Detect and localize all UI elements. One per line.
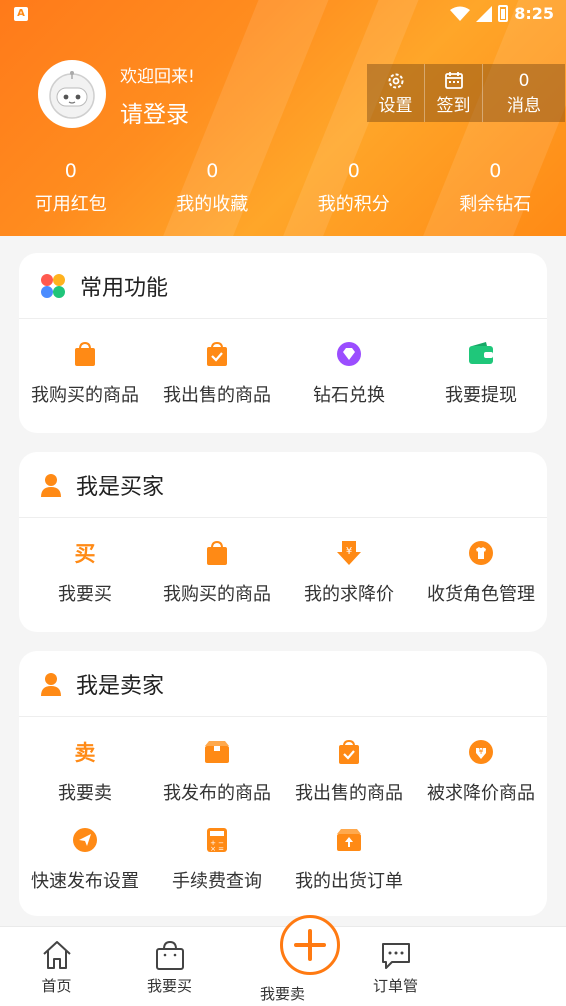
chat-icon [381, 943, 410, 969]
seller-sell[interactable]: 卖 我要卖 [19, 737, 151, 805]
stat-diamonds[interactable]: 0 剩余钻石 [425, 158, 566, 216]
box-icon [204, 737, 230, 767]
stat-favorites[interactable]: 0 我的收藏 [142, 158, 284, 216]
message-count: 0 [518, 70, 530, 91]
avatar[interactable] [38, 60, 106, 128]
gear-icon [387, 71, 405, 91]
bottom-navigation: 首页 我要买 我要卖 订单管 [0, 915, 566, 1006]
buyer-purchased-goods[interactable]: 我购买的商品 [151, 538, 283, 606]
top-action-buttons: 设置 签到 0 消息 [367, 64, 565, 122]
calculator-icon: + − × = [206, 825, 228, 855]
common-diamond-exchange[interactable]: 钻石兑换 [283, 339, 415, 407]
common-withdraw[interactable]: 我要提现 [415, 339, 547, 407]
user-icon [41, 473, 61, 497]
settings-label: 设置 [378, 95, 413, 116]
wallet-icon [468, 339, 494, 369]
section-title: 常用功能 [80, 275, 169, 301]
seller-price-requested-goods[interactable]: ¥ 被求降价商品 [415, 737, 547, 805]
buyer-card: 我是买家 买 我要买 我购买的商品 ¥ 我的求降价 收货角色管理 [19, 452, 547, 632]
seller-published-goods[interactable]: 我发布的商品 [151, 737, 283, 805]
seller-fee-query[interactable]: + − × = 手续费查询 [151, 825, 283, 893]
signal-icon [476, 5, 493, 22]
buyer-price-requests[interactable]: ¥ 我的求降价 [283, 538, 415, 606]
sold-check-icon [337, 737, 361, 767]
stats-row: 0 可用红包 0 我的收藏 0 我的积分 0 剩余钻石 [0, 158, 566, 216]
messages-label: 消息 [507, 95, 541, 116]
four-petal-icon [41, 273, 65, 298]
paper-plane-icon [72, 825, 98, 855]
nav-buy[interactable]: 我要买 [113, 939, 226, 996]
nav-home[interactable]: 首页 [0, 939, 113, 996]
yen-down-icon: ¥ [468, 737, 494, 767]
svg-text:×: × [210, 845, 216, 853]
status-time: 8:25 [514, 4, 554, 23]
welcome-text: 欢迎回来! [120, 67, 195, 87]
status-bar: A 8:25 [0, 0, 566, 30]
section-title: 我是卖家 [76, 673, 165, 699]
diamond-icon [336, 339, 362, 369]
profile-header: A 8:25 欢迎回来! 请登录 设置 签到 0 消息 0 可用红包 0 我的收… [0, 0, 566, 236]
common-sold-goods[interactable]: 我出售的商品 [151, 339, 283, 407]
buyer-buy[interactable]: 买 我要买 [19, 538, 151, 606]
buyer-role-management[interactable]: 收货角色管理 [415, 538, 547, 606]
wifi-icon [450, 6, 471, 21]
svg-text:=: = [218, 845, 224, 853]
settings-button[interactable]: 设置 [367, 64, 425, 122]
shopping-bag-icon [73, 339, 97, 369]
battery-icon [498, 5, 509, 22]
bag-icon [155, 940, 184, 970]
sell-char-icon: 卖 [74, 740, 96, 765]
nav-orders[interactable]: 订单管 [339, 939, 452, 996]
robot-avatar-icon [49, 71, 95, 119]
stat-points[interactable]: 0 我的积分 [283, 158, 425, 216]
seller-sold-goods[interactable]: 我出售的商品 [283, 737, 415, 805]
login-link[interactable]: 请登录 [120, 95, 189, 129]
nav-sell[interactable]: 我要卖 [226, 915, 340, 1004]
svg-text:¥: ¥ [346, 546, 352, 557]
seller-card: 我是卖家 卖 我要卖 我发布的商品 我出售的商品 ¥ 被求降价商品 快速发布设置… [19, 651, 547, 916]
svg-text:¥: ¥ [478, 747, 483, 756]
seller-shipment-orders[interactable]: 我的出货订单 [283, 825, 415, 893]
seller-quick-publish-settings[interactable]: 快速发布设置 [19, 825, 151, 893]
home-icon [42, 941, 71, 969]
messages-button[interactable]: 0 消息 [483, 64, 565, 122]
section-title: 我是买家 [76, 474, 165, 500]
app-notification-icon: A [14, 7, 28, 21]
shipment-icon [336, 825, 362, 855]
common-functions-card: 常用功能 我购买的商品 我出售的商品 钻石兑换 我要提现 [19, 253, 547, 433]
buy-char-icon: 买 [74, 541, 96, 566]
checkin-label: 签到 [436, 95, 471, 116]
stat-red-packet[interactable]: 0 可用红包 [0, 158, 142, 216]
shopping-bag-icon [205, 538, 229, 568]
sold-check-icon [205, 339, 229, 369]
plus-circle-icon [279, 915, 340, 975]
common-purchased-goods[interactable]: 我购买的商品 [19, 339, 151, 407]
user-icon [41, 672, 61, 696]
price-down-icon: ¥ [337, 538, 361, 568]
checkin-button[interactable]: 签到 [425, 64, 483, 122]
shirt-icon [468, 538, 494, 568]
calendar-icon [444, 71, 463, 91]
